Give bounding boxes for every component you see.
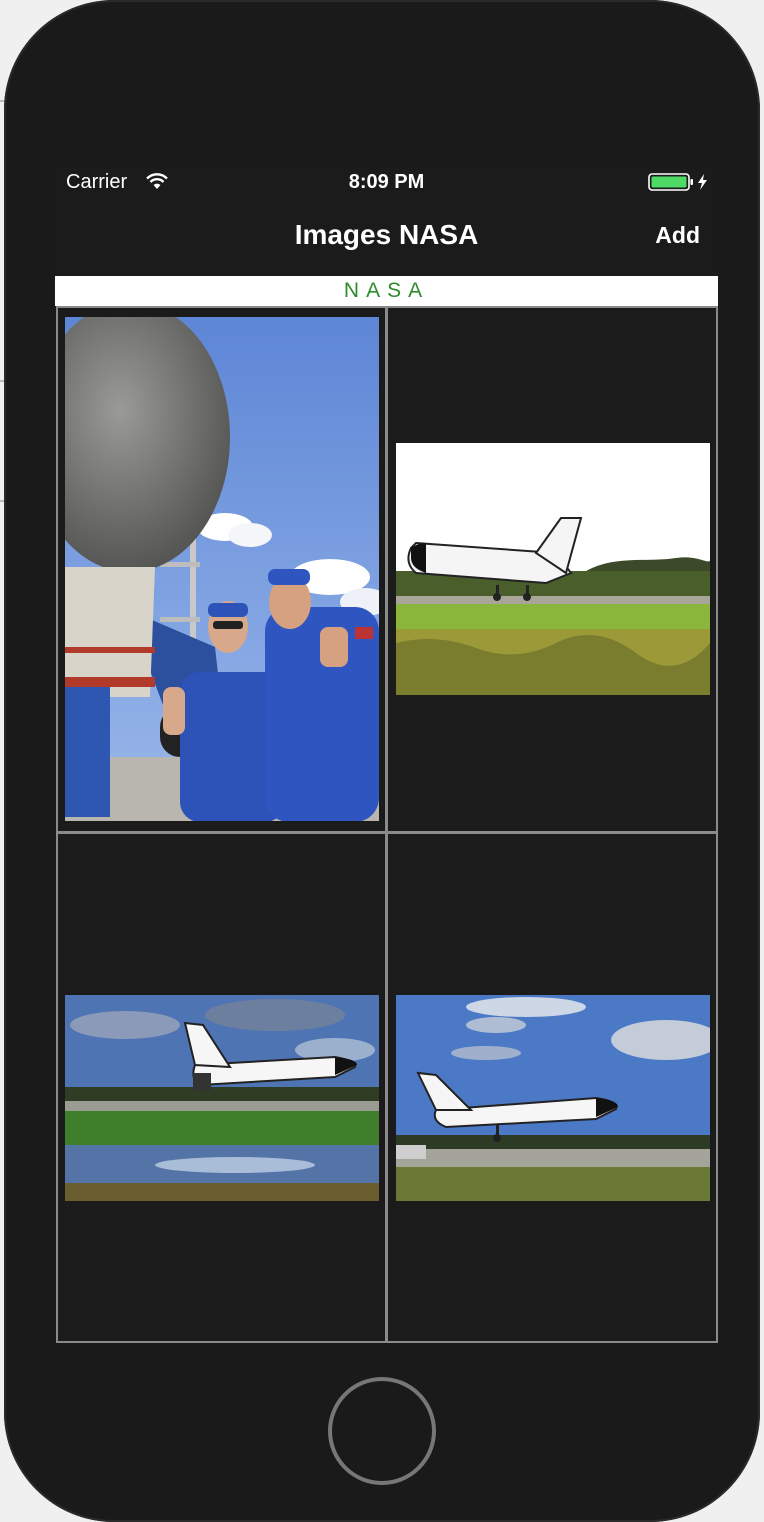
battery-icon [648, 173, 707, 191]
nav-title: Images NASA [294, 219, 479, 250]
app-screen: Carrier 8:09 PM Images NASA Add NASA [55, 163, 718, 1343]
grid-cell[interactable] [386, 832, 718, 1343]
shuttle-runway-photo[interactable] [396, 995, 710, 1201]
image-grid [55, 306, 718, 1343]
add-button[interactable]: Add [655, 222, 700, 249]
grid-cell[interactable] [56, 832, 387, 1343]
status-bar: Carrier 8:09 PM [55, 163, 718, 203]
phone-frame: Carrier 8:09 PM Images NASA Add NASA [4, 0, 760, 1522]
home-button-icon[interactable] [326, 1375, 438, 1487]
astronauts-photo[interactable] [65, 317, 379, 821]
shuttle-marsh-photo[interactable] [65, 995, 379, 1201]
status-time: 8:09 PM [348, 171, 425, 193]
grid-cell[interactable] [56, 306, 387, 833]
grid-cell[interactable] [386, 306, 718, 833]
navigation-bar: Images NASA Add [55, 203, 718, 275]
shuttle-smoke-photo[interactable] [396, 443, 710, 695]
charging-bolt-icon [698, 174, 707, 190]
section-header: NASA [55, 276, 718, 306]
